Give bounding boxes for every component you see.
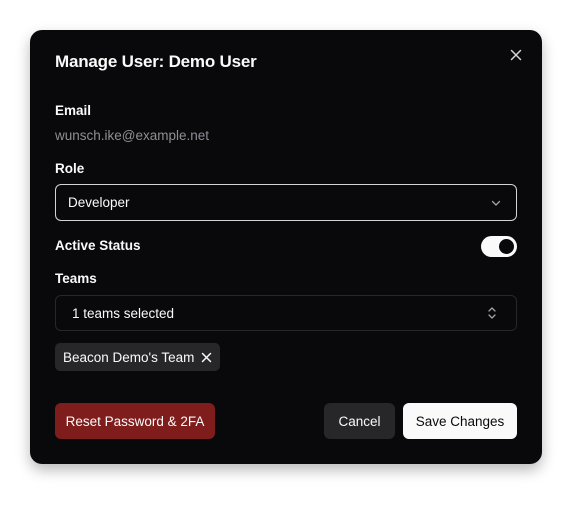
manage-user-dialog: Manage User: Demo User Email wunsch.ike@…: [30, 30, 542, 464]
close-icon[interactable]: [508, 47, 524, 63]
toggle-knob: [499, 239, 514, 254]
email-label: Email: [55, 103, 92, 118]
chevron-down-icon: [491, 200, 501, 206]
role-label: Role: [55, 161, 85, 176]
teams-multiselect[interactable]: 1 teams selected: [55, 295, 517, 331]
teams-summary: 1 teams selected: [72, 306, 175, 321]
role-selected-value: Developer: [68, 195, 130, 210]
save-changes-button[interactable]: Save Changes: [403, 403, 517, 439]
chevrons-up-down-icon: [488, 307, 496, 319]
team-chip-label: Beacon Demo's Team: [63, 349, 195, 365]
reset-password-2fa-button[interactable]: Reset Password & 2FA: [55, 403, 215, 439]
email-value: wunsch.ike@example.net: [55, 128, 210, 143]
role-select[interactable]: Developer: [55, 184, 517, 221]
teams-label: Teams: [55, 271, 97, 286]
active-status-toggle[interactable]: [481, 236, 517, 257]
dialog-title: Manage User: Demo User: [55, 52, 257, 71]
team-chip: Beacon Demo's Team: [55, 343, 221, 371]
active-status-label: Active Status: [55, 238, 141, 253]
cancel-button[interactable]: Cancel: [324, 403, 395, 439]
remove-team-icon[interactable]: [201, 352, 212, 363]
